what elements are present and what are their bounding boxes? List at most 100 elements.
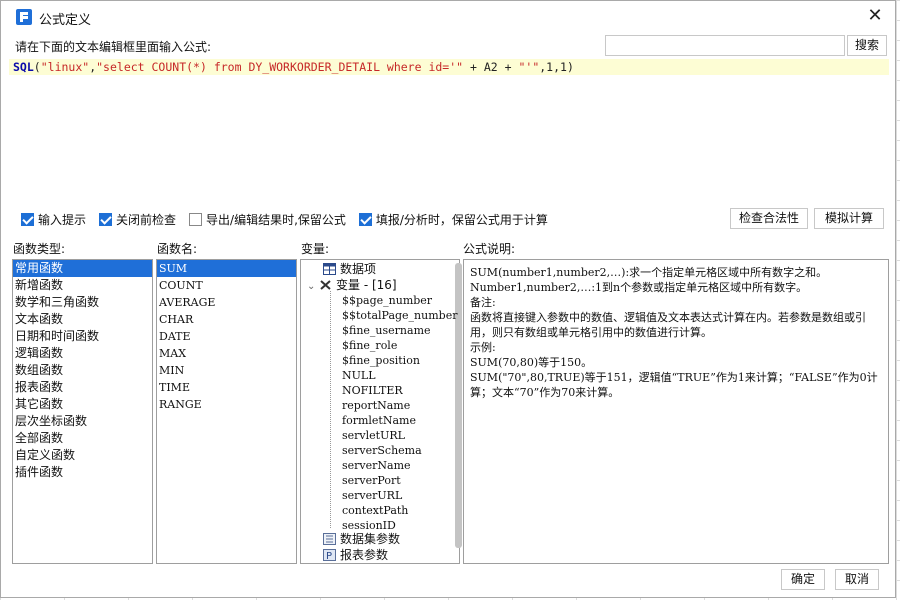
variable-item[interactable]: $fine_role [342, 338, 397, 353]
variable-item[interactable]: serverURL [342, 488, 402, 503]
func-type-item[interactable]: 其它函数 [13, 396, 152, 413]
variable-item[interactable]: $fine_username [342, 323, 431, 338]
search-button[interactable]: 搜索 [847, 35, 887, 56]
variable-item[interactable]: serverSchema [342, 443, 422, 458]
description-line: 函数将直接键入参数中的数值、逻辑值及文本表达式计算在内。若参数是数组或引用，则只… [470, 311, 866, 339]
keep-formula-export-checkbox[interactable] [189, 212, 203, 226]
formula-line[interactable]: SQL("linux","select COUNT(*) from DY_WOR… [9, 59, 889, 75]
func-name-item[interactable]: AVERAGE [157, 294, 296, 311]
func-type-item[interactable]: 数组函数 [13, 362, 152, 379]
keep-formula-fill-checkbox[interactable] [358, 212, 372, 226]
variable-item[interactable]: sessionID [342, 518, 396, 533]
variable-item[interactable]: NOFILTER [342, 383, 403, 398]
tree-guide-line [330, 291, 331, 528]
report-params-label: 报表参数 [340, 548, 389, 562]
ok-button[interactable]: 确定 [781, 569, 825, 590]
func-type-item[interactable]: 新增函数 [13, 277, 152, 294]
func-type-item[interactable]: 报表函数 [13, 379, 152, 396]
func-name-list[interactable]: SUM COUNT AVERAGE CHAR DATE MAX MIN TIME RANGE [156, 259, 297, 564]
func-type-item[interactable]: 插件函数 [13, 464, 152, 481]
variable-icon [319, 279, 332, 291]
app-logo-icon [16, 9, 32, 25]
func-name-item[interactable]: SUM [157, 260, 296, 277]
svg-text:P: P [326, 551, 332, 561]
description-line: SUM(number1,number2,…):求一个指定单元格区域中所有数字之和… [470, 266, 828, 279]
variable-item[interactable]: reportName [342, 398, 410, 413]
input-hint-checkbox[interactable] [21, 212, 34, 226]
tree-item-dataset-params[interactable]: 数据集参数 [323, 532, 400, 547]
table-icon [323, 263, 336, 275]
func-type-item[interactable]: 常用函数 [13, 260, 152, 277]
variable-item[interactable]: formletName [342, 413, 416, 428]
func-name-item[interactable]: TIME [157, 379, 296, 396]
dialog-title: 公式定义 [39, 13, 92, 28]
variable-item[interactable]: serverPort [342, 473, 401, 488]
func-type-item[interactable]: 文本函数 [13, 311, 152, 328]
dataset-param-icon [323, 533, 336, 545]
formula-string-token: "linux" [40, 60, 90, 74]
option-input-hint[interactable]: 输入提示 [21, 211, 86, 228]
description-line: Number1,number2,…:1到n个参数或指定单元格区域中所有数字。 [470, 281, 808, 294]
formula-editor[interactable]: SQL("linux","select COUNT(*) from DY_WOR… [9, 59, 889, 203]
expand-chevron-icon[interactable]: ⌄ [307, 279, 319, 294]
param-p-icon: P [323, 549, 336, 562]
cancel-button[interactable]: 取消 [835, 569, 879, 590]
variable-item[interactable]: serverName [342, 458, 411, 473]
func-type-item[interactable]: 逻辑函数 [13, 345, 152, 362]
description-line: SUM(70,80)等于150。 [470, 356, 593, 369]
formula-paren-token: ( [33, 60, 41, 74]
func-name-label: 函数名: [157, 242, 198, 256]
variable-item[interactable]: NULL [342, 368, 376, 383]
tree-item-report-params[interactable]: P 报表参数 [323, 548, 388, 563]
variable-item[interactable]: $fine_position [342, 353, 420, 368]
check-validity-button[interactable]: 检查合法性 [730, 208, 808, 229]
check-before-close-label: 关闭前检查 [116, 212, 177, 227]
func-type-item[interactable]: 全部函数 [13, 430, 152, 447]
variables-label: 变量: [301, 242, 330, 256]
description-line: 备注: [470, 296, 496, 309]
description-label: 公式说明: [463, 242, 516, 256]
func-name-item[interactable]: CHAR [157, 311, 296, 328]
dataset-params-label: 数据集参数 [340, 532, 401, 546]
variable-item[interactable]: contextPath [342, 503, 408, 518]
check-before-close-checkbox[interactable] [99, 212, 113, 226]
func-type-item[interactable]: 层次坐标函数 [13, 413, 152, 430]
func-type-item[interactable]: 日期和时间函数 [13, 328, 152, 345]
title-bar: 公式定义 ✕ [1, 1, 895, 33]
formula-dialog: 公式定义 ✕ 请在下面的文本编辑框里面输入公式: 搜索 SQL("linux",… [0, 0, 896, 598]
variable-item[interactable]: $$page_number [342, 293, 432, 308]
func-type-list[interactable]: 常用函数 新增函数 数学和三角函数 文本函数 日期和时间函数 逻辑函数 数组函数 报表函数 其它… [12, 259, 153, 564]
formula-sql-string-token: "select COUNT(*) from DY_WORKORDER_DETAI… [96, 60, 464, 74]
func-name-item[interactable]: DATE [157, 328, 296, 345]
tree-item-data-item[interactable]: 数据项 [323, 262, 376, 277]
formula-concat-token: + A2 + [463, 60, 519, 74]
option-keep-formula-export[interactable]: 导出/编辑结果时,保留公式 [189, 211, 346, 228]
description-line: SUM("70",80,TRUE)等于151，逻辑值“TRUE”作为1来计算；“… [470, 371, 878, 399]
close-button[interactable]: ✕ [863, 5, 887, 29]
options-row: 输入提示 关闭前检查 导出/编辑结果时,保留公式 填报/分析时，保留公式用于计算 [21, 210, 561, 228]
func-type-item[interactable]: 自定义函数 [13, 447, 152, 464]
keep-formula-export-label: 导出/编辑结果时,保留公式 [206, 212, 346, 227]
description-line: 示例: [470, 341, 496, 354]
func-type-item[interactable]: 数学和三角函数 [13, 294, 152, 311]
option-check-before-close[interactable]: 关闭前检查 [99, 211, 176, 228]
keep-formula-fill-label: 填报/分析时，保留公式用于计算 [375, 212, 548, 227]
variable-item[interactable]: servletURL [342, 428, 405, 443]
data-item-label: 数据项 [340, 262, 377, 276]
func-name-item[interactable]: MIN [157, 362, 296, 379]
option-keep-formula-fill[interactable]: 填报/分析时，保留公式用于计算 [358, 211, 548, 228]
variable-item[interactable]: $$totalPage_number [342, 308, 457, 323]
search-input[interactable] [605, 35, 845, 56]
func-type-label: 函数类型: [13, 242, 66, 256]
formula-quote-string-token: "'" [518, 60, 540, 74]
tree-item-variable-group[interactable]: ⌄ 变量 - [16] [307, 278, 397, 293]
input-hint-label: 输入提示 [38, 212, 87, 227]
func-name-item[interactable]: COUNT [157, 277, 296, 294]
simulate-button[interactable]: 模拟计算 [814, 208, 884, 229]
func-name-item[interactable]: RANGE [157, 396, 296, 413]
func-name-item[interactable]: MAX [157, 345, 296, 362]
variables-scrollbar-thumb[interactable] [455, 263, 462, 548]
formula-args-token: ,1,1) [539, 60, 574, 74]
formula-description: SUM(number1,number2,…):求一个指定单元格区域中所有数字之和… [463, 259, 889, 564]
variable-group-label: 变量 - [16] [336, 278, 397, 292]
